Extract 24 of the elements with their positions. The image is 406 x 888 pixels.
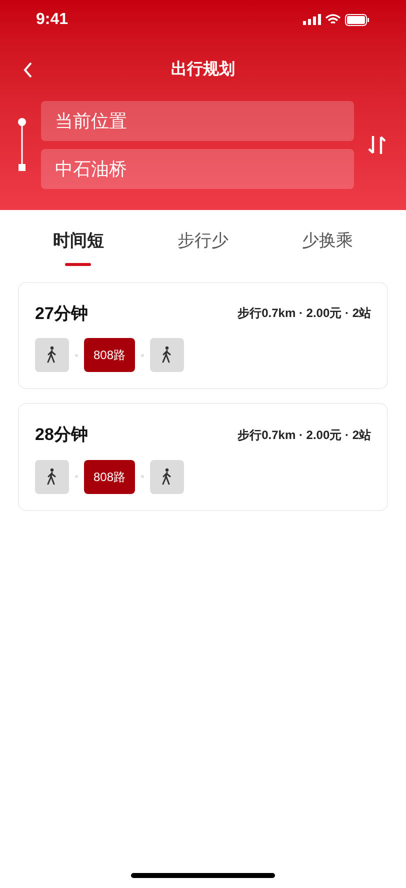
bus-line-tag: 808路 — [84, 460, 135, 494]
walking-person-icon — [161, 346, 173, 364]
bus-line-tag: 808路 — [84, 338, 135, 372]
signal-icon — [303, 14, 321, 25]
route-duration: 27分钟 — [35, 302, 88, 324]
route-card[interactable]: 27分钟 步行0.7km · 2.00元 · 2站 808路 — [18, 282, 388, 389]
route-line-icon — [17, 117, 27, 173]
status-time: 9:41 — [36, 10, 68, 30]
route-card[interactable]: 28分钟 步行0.7km · 2.00元 · 2站 808路 — [18, 403, 388, 510]
route-summary: 步行0.7km · 2.00元 · 2站 — [238, 305, 371, 322]
wifi-icon — [325, 14, 341, 25]
route-summary: 步行0.7km · 2.00元 · 2站 — [238, 426, 371, 444]
route-duration: 28分钟 — [35, 424, 88, 446]
walking-person-icon — [161, 468, 173, 486]
tab[interactable]: 时间短 — [33, 228, 124, 266]
page-title: 出行规划 — [171, 60, 235, 80]
walking-person-icon — [46, 468, 58, 486]
swap-icon — [368, 134, 386, 156]
tab[interactable]: 步行少 — [158, 228, 248, 266]
tab[interactable]: 少换乘 — [282, 228, 373, 266]
swap-button[interactable] — [368, 134, 386, 156]
battery-icon — [345, 14, 370, 26]
back-icon — [23, 61, 33, 79]
walking-person-icon — [46, 346, 58, 364]
